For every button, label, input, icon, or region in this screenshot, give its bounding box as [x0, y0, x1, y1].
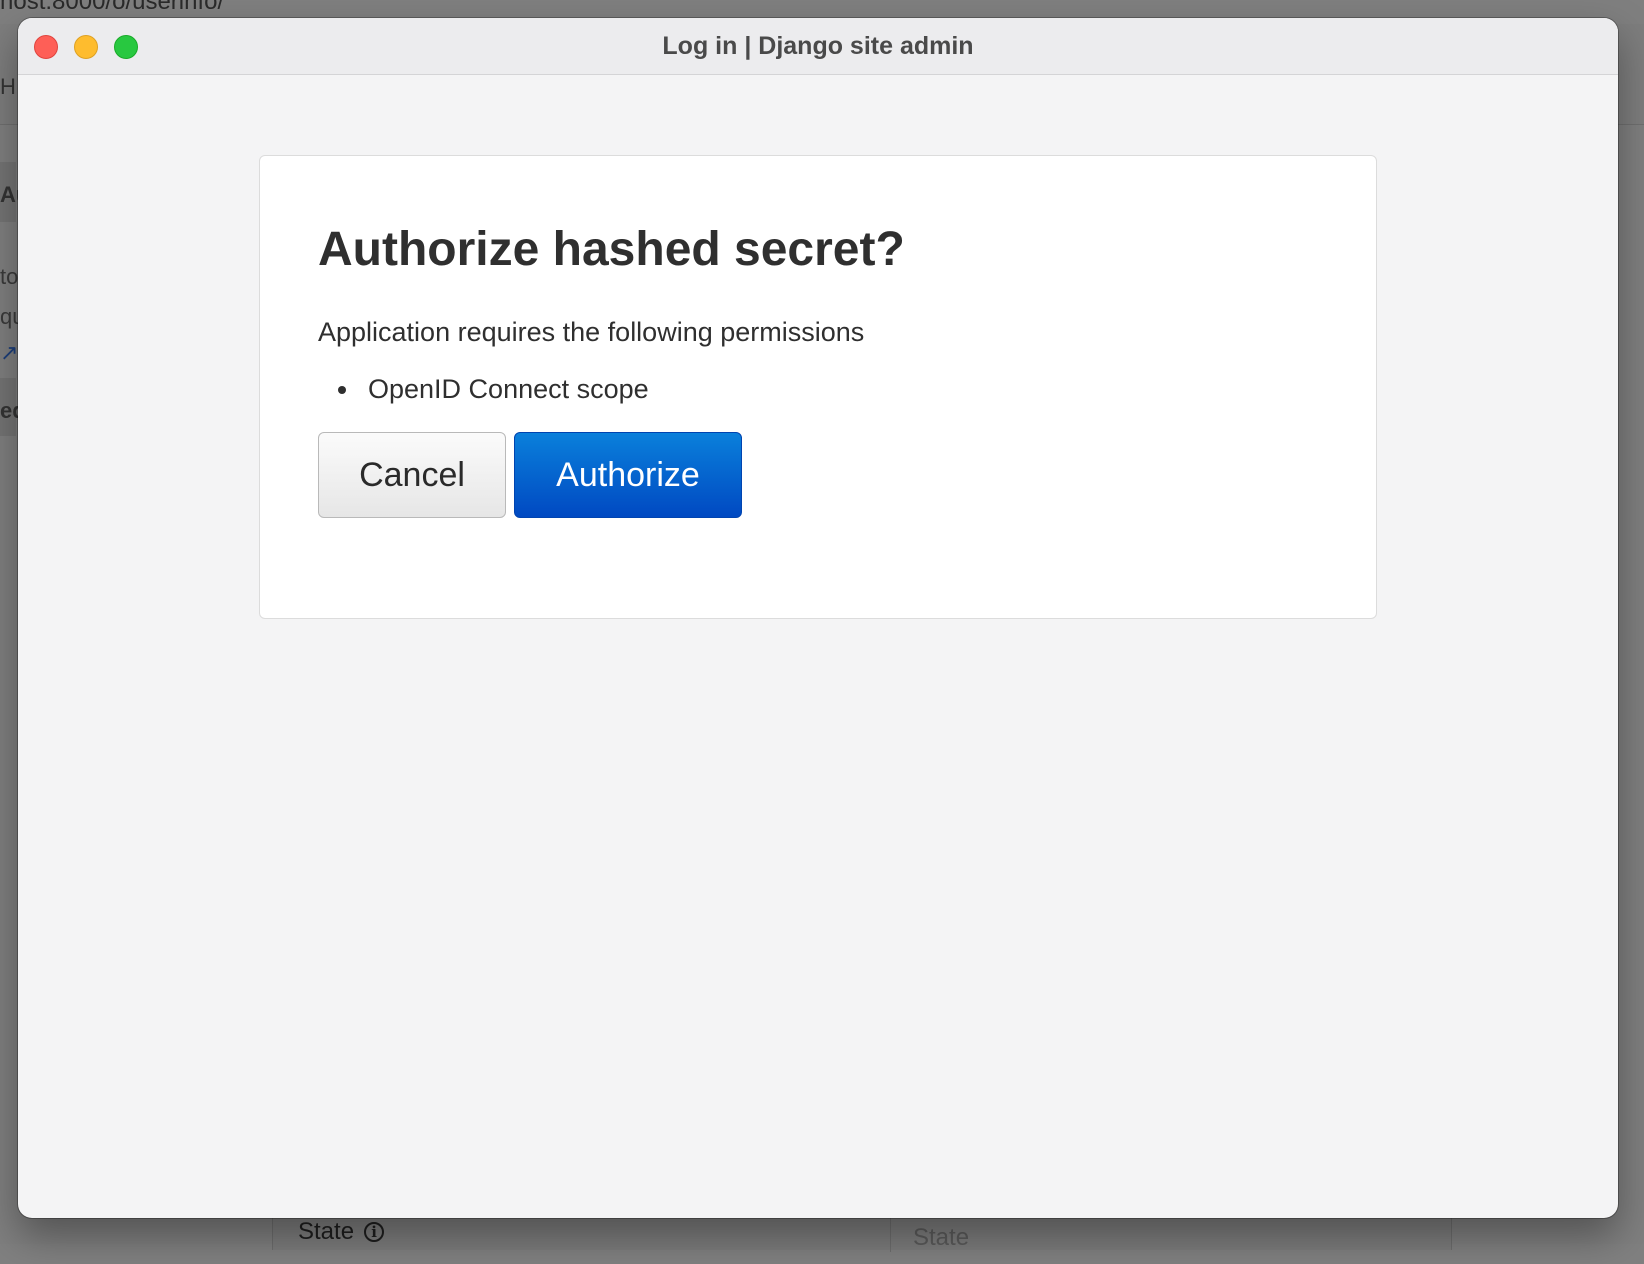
external-link-icon: ↗: [0, 340, 19, 365]
cancel-button[interactable]: Cancel: [318, 432, 506, 518]
background-url-text: host:8000/o/userinfo/: [0, 0, 225, 15]
popup-window: Log in | Django site admin Authorize has…: [18, 18, 1618, 1218]
background-state-label: State i: [298, 1218, 385, 1246]
list-item: OpenID Connect scope: [318, 374, 649, 405]
bullet-icon: [338, 385, 346, 394]
info-icon: i: [364, 1222, 385, 1242]
background-text-fragment: to: [0, 264, 19, 289]
window-title: Log in | Django site admin: [662, 32, 974, 60]
background-state-input: State: [890, 1212, 1450, 1252]
authorize-button[interactable]: Authorize: [514, 432, 742, 518]
authorize-card: Authorize hashed secret? Application req…: [259, 155, 1377, 619]
scope-list: OpenID Connect scope: [318, 374, 649, 405]
state-label-text: State: [298, 1218, 355, 1245]
scope-label: OpenID Connect scope: [368, 374, 649, 404]
page-title: Authorize hashed secret?: [318, 223, 905, 276]
permissions-description: Application requires the following permi…: [318, 317, 865, 347]
background-nav-fragment: H: [0, 74, 16, 99]
window-titlebar[interactable]: Log in | Django site admin: [18, 18, 1618, 75]
